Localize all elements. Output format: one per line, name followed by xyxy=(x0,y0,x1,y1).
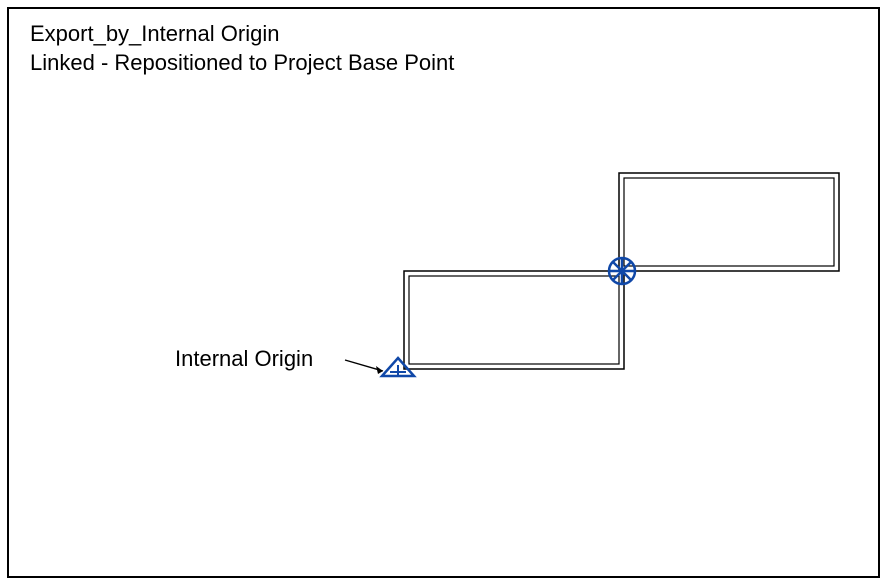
drawing-area: Internal Origin xyxy=(0,0,887,585)
leader-arrow xyxy=(345,360,383,374)
lower-room xyxy=(404,271,624,369)
upper-room xyxy=(619,173,839,271)
internal-origin-label: Internal Origin xyxy=(175,346,313,372)
project-base-point-icon xyxy=(609,258,635,284)
diagram-svg xyxy=(0,0,887,585)
